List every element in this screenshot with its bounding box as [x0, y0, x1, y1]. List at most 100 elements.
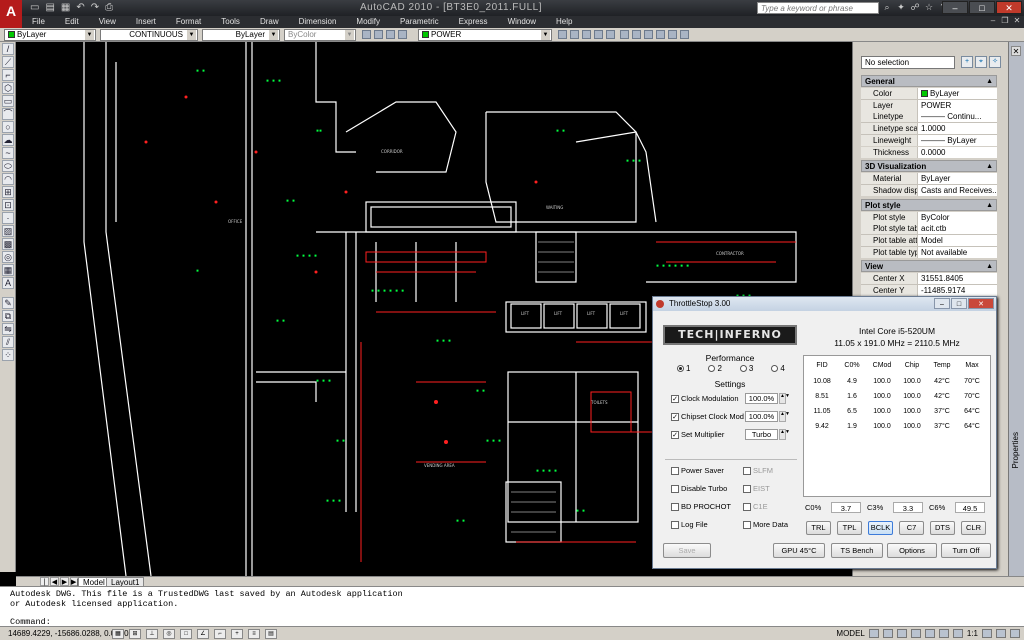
menu-parametric[interactable]: Parametric: [390, 16, 449, 28]
application-menu-button[interactable]: A: [0, 0, 22, 28]
menu-window[interactable]: Window: [498, 16, 546, 28]
property-value[interactable]: Not available: [917, 246, 997, 258]
line-icon[interactable]: /: [2, 43, 14, 55]
option-checkbox-row[interactable]: SLFM: [743, 465, 773, 477]
setting-value-field[interactable]: Turbo: [745, 429, 778, 440]
property-value[interactable]: ByLayer: [917, 88, 997, 99]
option-checkbox-row[interactable]: Power Saver: [671, 465, 724, 477]
option-checkbox-row[interactable]: C1E: [743, 501, 768, 513]
annotation-scale-icon[interactable]: [952, 629, 963, 638]
annotation-scale[interactable]: 1:1: [967, 629, 978, 638]
pan-icon[interactable]: [680, 30, 689, 39]
property-row[interactable]: Plot table attac... Model: [861, 235, 997, 247]
spline-icon[interactable]: ~: [2, 147, 14, 159]
dim-style-icon[interactable]: [632, 30, 641, 39]
prev-tab-icon[interactable]: ◀: [50, 577, 59, 586]
zoom-icon[interactable]: [668, 30, 677, 39]
linetype-dropdown[interactable]: CONTINUOUS ▼: [100, 29, 198, 41]
qp-toggle-icon[interactable]: ▤: [265, 629, 277, 639]
property-value[interactable]: 0.0000: [917, 146, 997, 158]
save-icon[interactable]: ▦: [61, 2, 70, 14]
polar-toggle-icon[interactable]: ◎: [163, 629, 175, 639]
property-value[interactable]: ——— Continu...: [917, 111, 997, 123]
selection-dropdown[interactable]: No selection: [861, 56, 955, 69]
feature-button-bclk[interactable]: BCLK: [868, 521, 893, 535]
polygon-icon[interactable]: ⬡: [2, 82, 14, 94]
hatch-icon[interactable]: ▨: [2, 225, 14, 237]
doc-minimize-icon[interactable]: –: [988, 16, 998, 25]
maximize-button[interactable]: □: [969, 1, 995, 14]
lock-icon[interactable]: [398, 30, 407, 39]
lineweight-toggle-icon[interactable]: ≡: [248, 629, 260, 639]
palette-section-header[interactable]: General ▲: [861, 75, 997, 87]
checkbox-icon[interactable]: [743, 467, 751, 475]
feature-button-clr[interactable]: CLR: [961, 521, 986, 535]
ducs-toggle-icon[interactable]: ⌐: [214, 629, 226, 639]
minimize-button[interactable]: –: [942, 1, 968, 14]
quick-view-drawings-icon[interactable]: [882, 629, 893, 638]
copy-icon[interactable]: ⧉: [2, 310, 14, 322]
undo-icon[interactable]: ↶: [76, 2, 84, 14]
checkbox-icon[interactable]: [743, 485, 751, 493]
property-value[interactable]: Model: [917, 235, 997, 246]
new-file-icon[interactable]: ▭: [30, 2, 39, 14]
toggle-pickadd-icon[interactable]: +: [961, 56, 973, 68]
menu-help[interactable]: Help: [546, 16, 582, 28]
property-value[interactable]: ——— ByLayer: [917, 134, 997, 146]
menu-file[interactable]: File: [22, 16, 55, 28]
property-row[interactable]: Thickness 0.0000: [861, 146, 997, 159]
property-row[interactable]: Plot style table acit.ctb: [861, 223, 997, 235]
spinner-icon[interactable]: ▲▼: [779, 393, 790, 404]
property-row[interactable]: Shadow display Casts and Receives...: [861, 184, 997, 197]
property-row[interactable]: Color ByLayer: [861, 88, 997, 100]
otrack-toggle-icon[interactable]: ∠: [197, 629, 209, 639]
subscription-icon[interactable]: ✦: [896, 2, 906, 12]
checkbox-icon[interactable]: [743, 503, 751, 511]
option-checkbox-row[interactable]: BD PROCHOT: [671, 501, 731, 513]
array-icon[interactable]: ⁘: [2, 349, 14, 361]
pan-icon[interactable]: [896, 629, 907, 638]
dyn-toggle-icon[interactable]: +: [231, 629, 243, 639]
region-icon[interactable]: ◎: [2, 251, 14, 263]
checkbox-icon[interactable]: [671, 485, 679, 493]
sun-icon[interactable]: [386, 30, 395, 39]
checkbox-icon[interactable]: [671, 503, 679, 511]
feature-button-tpl[interactable]: TPL: [837, 521, 862, 535]
menu-modify[interactable]: Modify: [346, 16, 390, 28]
checkbox-checked-icon[interactable]: ✓: [671, 395, 679, 403]
property-row[interactable]: Plot style ByColor: [861, 211, 997, 224]
quick-view-layouts-icon[interactable]: [868, 629, 879, 638]
construction-line-icon[interactable]: ⟋: [2, 56, 14, 68]
option-checkbox-row[interactable]: Disable Turbo: [671, 483, 727, 495]
offset-icon[interactable]: ⫽: [2, 336, 14, 348]
menu-express[interactable]: Express: [449, 16, 498, 28]
menu-view[interactable]: View: [89, 16, 126, 28]
property-row[interactable]: Linetype scale 1.0000: [861, 123, 997, 135]
text-style-icon[interactable]: [620, 30, 629, 39]
checkbox-icon[interactable]: [671, 521, 679, 529]
snap-toggle-icon[interactable]: ▦: [112, 629, 124, 639]
ts-minimize-button[interactable]: –: [934, 298, 950, 309]
property-row[interactable]: Material ByLayer: [861, 173, 997, 185]
circle-icon[interactable]: ○: [2, 121, 14, 133]
zoom-icon[interactable]: [910, 629, 921, 638]
table-style-icon[interactable]: [644, 30, 653, 39]
ellipse-arc-icon[interactable]: ◠: [2, 173, 14, 185]
next-tab-icon[interactable]: ▶: [60, 577, 69, 586]
grid-toggle-icon[interactable]: ⊞: [129, 629, 141, 639]
first-tab-icon[interactable]: |◀: [40, 577, 49, 595]
profile-radio-1[interactable]: 1: [677, 364, 690, 373]
ts-close-button[interactable]: ✕: [968, 298, 994, 309]
menu-edit[interactable]: Edit: [55, 16, 89, 28]
property-value[interactable]: acit.ctb: [917, 223, 997, 235]
property-row[interactable]: Center Y -11485.9174: [861, 285, 997, 297]
ts-maximize-button[interactable]: □: [951, 298, 967, 309]
open-file-icon[interactable]: ▤: [45, 2, 54, 14]
profile-radio-3[interactable]: 3: [739, 364, 753, 373]
ts-bench-button[interactable]: TS Bench: [831, 543, 883, 558]
workspace-icon[interactable]: [982, 629, 992, 638]
plotstyle-dropdown[interactable]: ByColor ▼: [284, 29, 356, 41]
setting-checkbox-row[interactable]: ✓ Clock Modulation: [671, 393, 739, 405]
osnap-toggle-icon[interactable]: □: [180, 629, 192, 639]
property-value[interactable]: 31551.8405: [917, 273, 997, 285]
